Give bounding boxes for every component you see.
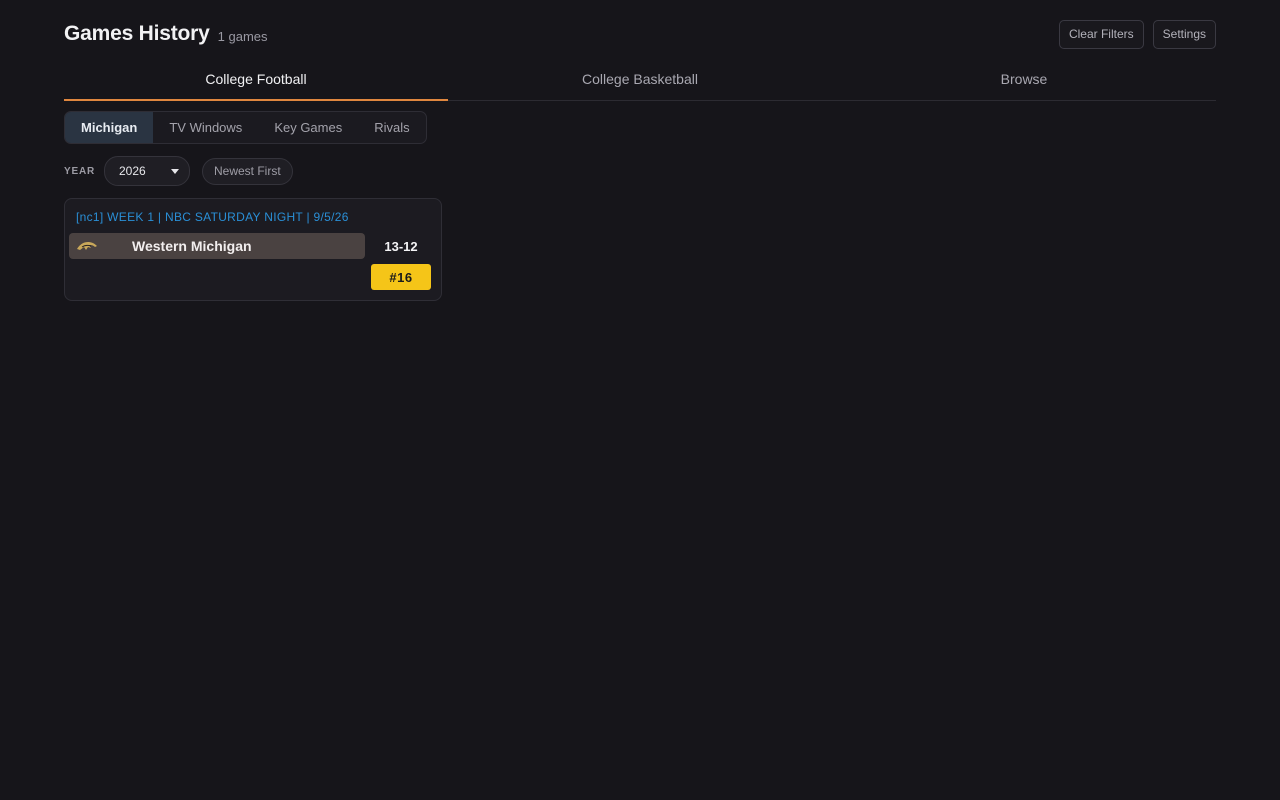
year-label: YEAR <box>64 165 95 177</box>
game-score: 13-12 <box>384 238 418 254</box>
clear-filters-button[interactable]: Clear Filters <box>1058 19 1144 49</box>
tab-browse[interactable]: Browse <box>832 58 1216 100</box>
subtab-tv-windows[interactable]: TV Windows <box>153 112 258 143</box>
game-meta: [nc1] WEEK 1 | NBC SATURDAY NIGHT | 9/5/… <box>76 210 349 224</box>
rank-badge: #16 <box>371 264 431 290</box>
page-header: Games History 1 games Clear Filters Sett… <box>64 18 1216 50</box>
settings-button[interactable]: Settings <box>1152 19 1216 49</box>
bronco-logo-icon <box>77 242 97 250</box>
game-card[interactable]: [nc1] WEEK 1 | NBC SATURDAY NIGHT | 9/5/… <box>64 198 442 301</box>
chevron-down-icon <box>170 169 179 174</box>
subtab-michigan[interactable]: Michigan <box>65 112 154 143</box>
year-select-value: 2026 <box>118 164 146 178</box>
team-name: Western Michigan <box>132 238 252 254</box>
games-history-page: Games History 1 games Clear Filters Sett… <box>0 0 1280 800</box>
filters-bar: YEAR 2026 Newest First <box>64 156 293 186</box>
team-row: Western Michigan <box>69 233 365 259</box>
header-actions: Clear Filters Settings <box>1058 19 1216 49</box>
subtab-key-games[interactable]: Key Games <box>258 112 358 143</box>
view-subtabs: Michigan TV Windows Key Games Rivals <box>64 111 427 144</box>
games-count: 1 games <box>217 28 268 44</box>
sport-tabs: College Football College Basketball Brow… <box>64 58 1216 101</box>
subtab-rivals[interactable]: Rivals <box>358 112 425 143</box>
sort-order-button[interactable]: Newest First <box>201 157 293 185</box>
tab-college-football[interactable]: College Football <box>64 58 448 101</box>
tab-college-basketball[interactable]: College Basketball <box>448 58 832 100</box>
year-select[interactable]: 2026 <box>103 156 190 186</box>
page-title: Games History <box>64 22 210 45</box>
